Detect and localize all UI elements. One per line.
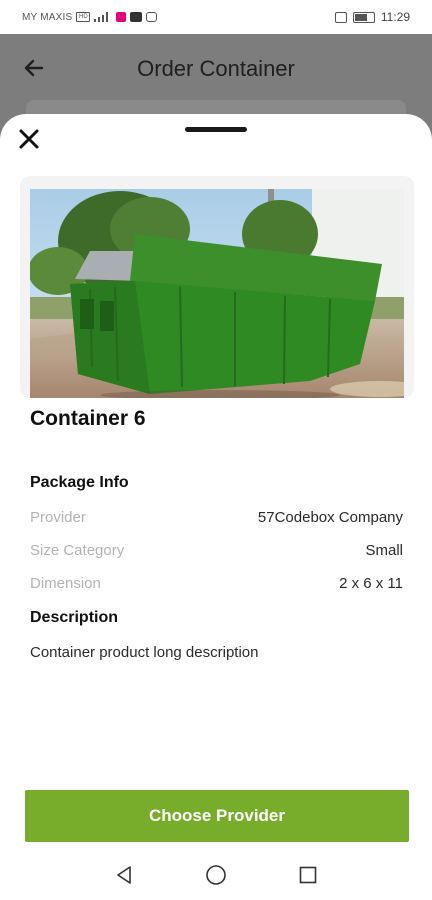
info-label: Dimension bbox=[30, 575, 101, 592]
hd-icon: HD bbox=[76, 12, 91, 22]
back-triangle-icon[interactable] bbox=[111, 862, 137, 888]
clock: 11:29 bbox=[380, 10, 410, 24]
info-value: 57Codebox Company bbox=[257, 509, 403, 526]
package-info-title: Package Info bbox=[30, 474, 129, 491]
info-value: 2 x 6 x 11 bbox=[339, 575, 403, 592]
info-label: Size Category bbox=[30, 542, 125, 559]
product-title: Container 6 bbox=[30, 407, 146, 430]
status-left: MY MAXIS HD bbox=[22, 11, 158, 23]
recents-square-icon[interactable] bbox=[295, 862, 321, 888]
page-title: Order Container bbox=[137, 56, 295, 81]
youtube-icon bbox=[130, 12, 143, 22]
choose-provider-button[interactable]: Choose Provider bbox=[25, 790, 409, 842]
close-button[interactable] bbox=[14, 124, 44, 154]
status-right: 11:29 bbox=[334, 10, 410, 24]
bottom-sheet: Container 6 Package Info Provider 57Code… bbox=[0, 114, 432, 850]
description-text: Container product long description bbox=[30, 644, 259, 661]
info-row-dimension: Dimension 2 x 6 x 11 bbox=[30, 575, 403, 592]
description-title: Description bbox=[30, 609, 119, 626]
app-notification-icon bbox=[116, 12, 127, 22]
product-image-card bbox=[20, 176, 414, 398]
info-row-provider: Provider 57Codebox Company bbox=[30, 509, 403, 526]
battery-icon bbox=[352, 11, 375, 23]
carrier-name: MY MAXIS bbox=[22, 11, 73, 23]
info-row-size-category: Size Category Small bbox=[30, 542, 403, 559]
system-nav-bar bbox=[0, 850, 432, 900]
signal-icon bbox=[94, 12, 112, 22]
info-label: Provider bbox=[30, 509, 86, 526]
home-circle-icon[interactable] bbox=[203, 862, 229, 888]
close-icon bbox=[19, 129, 39, 149]
info-value: Small bbox=[365, 542, 403, 559]
app-header: Order Container bbox=[0, 34, 432, 120]
product-image bbox=[30, 189, 404, 398]
status-bar: MY MAXIS HD 11:29 bbox=[0, 0, 432, 34]
photo-icon bbox=[146, 12, 158, 22]
vibrate-icon bbox=[334, 11, 347, 23]
drag-handle[interactable] bbox=[185, 127, 247, 132]
